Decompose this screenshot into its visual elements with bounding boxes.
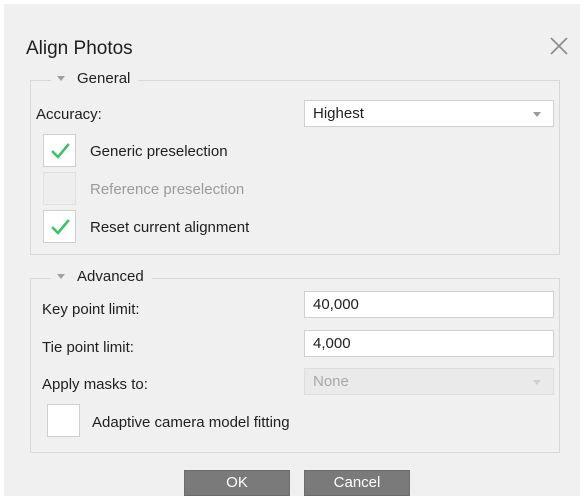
collapse-triangle-icon: [57, 76, 65, 81]
advanced-legend-label: Advanced: [77, 268, 144, 285]
accuracy-label: Accuracy:: [36, 106, 102, 123]
reference-preselection-label: Reference preselection: [90, 181, 245, 198]
close-icon: [550, 37, 568, 55]
collapse-triangle-icon: [57, 274, 65, 279]
reset-alignment-label: Reset current alignment: [90, 219, 250, 236]
apply-masks-value: None: [313, 373, 349, 390]
apply-masks-dropdown[interactable]: None: [304, 368, 554, 395]
adaptive-fitting-checkbox[interactable]: [47, 404, 80, 437]
chevron-down-icon: [533, 112, 541, 117]
general-group-header[interactable]: General: [51, 70, 139, 87]
accuracy-value: Highest: [313, 105, 364, 122]
checkmark-icon: [51, 219, 70, 235]
tie-point-limit-input[interactable]: [304, 330, 554, 357]
tie-point-limit-label: Tie point limit:: [42, 339, 134, 356]
reference-preselection-checkbox[interactable]: [43, 172, 76, 205]
accuracy-dropdown[interactable]: Highest: [304, 100, 554, 127]
checkmark-icon: [51, 143, 70, 159]
key-point-limit-label: Key point limit:: [42, 301, 140, 318]
close-button[interactable]: [543, 30, 575, 62]
ok-button[interactable]: OK: [184, 470, 290, 496]
general-legend-label: General: [77, 70, 131, 87]
generic-preselection-label: Generic preselection: [90, 143, 228, 160]
dialog-title: Align Photos: [26, 38, 133, 59]
chevron-down-icon: [533, 380, 541, 385]
reset-alignment-checkbox[interactable]: [43, 210, 76, 243]
key-point-limit-input[interactable]: [304, 291, 554, 318]
generic-preselection-checkbox[interactable]: [43, 134, 76, 167]
apply-masks-label: Apply masks to:: [42, 376, 148, 393]
align-photos-dialog: Align Photos General Accuracy: Highest G…: [4, 4, 580, 496]
cancel-button[interactable]: Cancel: [304, 470, 410, 496]
advanced-group-header[interactable]: Advanced: [51, 268, 152, 285]
adaptive-fitting-label: Adaptive camera model fitting: [92, 414, 290, 431]
